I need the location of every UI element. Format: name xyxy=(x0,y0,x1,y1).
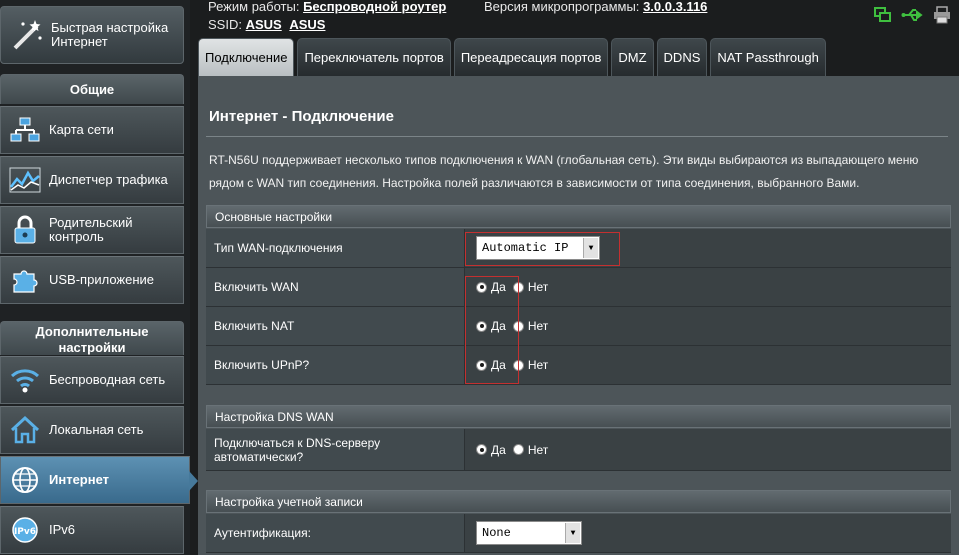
tab-connection[interactable]: Подключение xyxy=(198,38,295,76)
firmware-version: Версия микропрограммы: 3.0.0.3.116 xyxy=(484,0,707,14)
enable-wan-row: Включить WAN Да Нет xyxy=(206,268,951,307)
ssid-5g-link[interactable]: ASUS xyxy=(289,17,325,32)
ssid-2g-link[interactable]: ASUS xyxy=(246,17,282,32)
sidebar-item-label: Карта сети xyxy=(49,122,114,137)
tab-port-forwarding[interactable]: Переадресация портов xyxy=(453,38,609,76)
tab-dmz[interactable]: DMZ xyxy=(611,38,654,76)
globe-icon xyxy=(1,457,49,503)
printer-status-icon[interactable] xyxy=(933,6,951,27)
sidebar-item-label: Диспетчер трафика xyxy=(49,172,168,187)
yes-options-highlight xyxy=(465,276,519,384)
radio-label: Нет xyxy=(527,280,549,294)
wan-type-label: Тип WAN-подключения xyxy=(206,229,465,267)
status-bar: Режим работы: Беспроводной роутер Версия… xyxy=(198,0,959,36)
sidebar-item-label: Родительский контроль xyxy=(49,215,133,244)
sidebar: Быстрая настройка Интернет Общие Карта с… xyxy=(0,0,198,555)
authentication-select[interactable]: None ▼ xyxy=(476,521,582,545)
authentication-label: Аутентификация: xyxy=(206,514,465,552)
ssid-label: SSID: xyxy=(208,17,242,32)
page-title: Интернет - Подключение xyxy=(209,108,394,125)
sidebar-item-label: Беспроводная сеть xyxy=(49,372,166,387)
quick-internet-setup-button[interactable]: Быстрая настройка Интернет xyxy=(0,6,184,64)
sidebar-item-label: IPv6 xyxy=(49,522,76,537)
auto-dns-yes-radio[interactable]: Да xyxy=(476,443,506,457)
usb-status-icon[interactable] xyxy=(901,6,925,27)
mode-value-link[interactable]: Беспроводной роутер xyxy=(303,0,446,14)
general-section-header: Общие xyxy=(0,74,184,104)
title-divider xyxy=(206,136,948,137)
operation-mode: Режим работы: Беспроводной роутер xyxy=(208,0,446,14)
network-map-icon xyxy=(1,107,49,153)
auto-dns-row: Подключаться к DNS-серверу автоматически… xyxy=(206,429,951,471)
svg-text:IPv6: IPv6 xyxy=(14,527,36,537)
radio-label: Нет xyxy=(527,442,549,457)
sidebar-item-usb-app[interactable]: USB-приложение xyxy=(0,256,184,304)
sidebar-item-ipv6[interactable]: IPv6 IPv6 xyxy=(0,506,184,554)
enable-upnp-label: Включить UPnP? xyxy=(206,346,465,384)
sidebar-item-wireless[interactable]: Беспроводная сеть xyxy=(0,356,184,404)
radio-unselected xyxy=(512,444,524,455)
network-status-icon[interactable] xyxy=(873,6,893,27)
authentication-value: None xyxy=(482,526,511,540)
advanced-section-header: Дополнительные настройки xyxy=(0,321,184,355)
mode-label: Режим работы: xyxy=(208,0,300,14)
sidebar-item-label: Локальная сеть xyxy=(49,422,144,437)
auto-dns-label: Подключаться к DNS-серверу автоматически… xyxy=(206,429,465,470)
firmware-value-link[interactable]: 3.0.0.3.116 xyxy=(643,0,707,14)
radio-label: Нет xyxy=(527,358,549,372)
basic-settings-header: Основные настройки xyxy=(206,205,951,228)
auto-dns-no-radio[interactable]: Нет xyxy=(512,442,549,457)
sidebar-item-lan[interactable]: Локальная сеть xyxy=(0,406,184,454)
sidebar-item-internet[interactable]: Интернет xyxy=(0,456,198,504)
dns-settings-header: Настройка DNS WAN xyxy=(206,405,951,428)
enable-upnp-row: Включить UPnP? Да Нет xyxy=(206,346,951,385)
tab-port-switch[interactable]: Переключатель портов xyxy=(297,38,451,76)
home-lan-icon xyxy=(1,407,49,453)
parental-lock-icon xyxy=(1,207,49,253)
sidebar-item-label: USB-приложение xyxy=(49,272,155,287)
wan-type-highlight xyxy=(465,232,620,266)
account-settings-header: Настройка учетной записи xyxy=(206,490,951,513)
sidebar-item-parental-control[interactable]: Родительский контроль xyxy=(0,206,184,254)
firmware-label: Версия микропрограммы: xyxy=(484,0,640,14)
main-panel: Интернет - Подключение RT-N56U поддержив… xyxy=(198,76,959,555)
chevron-down-icon[interactable]: ▼ xyxy=(565,523,580,543)
sidebar-item-network-map[interactable]: Карта сети xyxy=(0,106,184,154)
enable-nat-row: Включить NAT Да Нет xyxy=(206,307,951,346)
magic-wand-icon xyxy=(1,7,51,63)
tab-bar: Подключение Переключатель портов Переадр… xyxy=(198,38,826,76)
enable-wan-label: Включить WAN xyxy=(206,268,465,306)
radio-selected xyxy=(476,444,487,455)
tab-nat-passthrough[interactable]: NAT Passthrough xyxy=(710,38,826,76)
sidebar-item-label: Интернет xyxy=(49,472,110,487)
radio-label: Да xyxy=(491,442,506,457)
enable-nat-label: Включить NAT xyxy=(206,307,465,345)
radio-label: Нет xyxy=(527,319,549,333)
authentication-row: Аутентификация: None ▼ xyxy=(206,514,951,553)
quick-setup-label: Быстрая настройка Интернет xyxy=(51,20,169,49)
ssid: SSID: ASUS ASUS xyxy=(208,17,325,32)
sidebar-item-traffic-manager[interactable]: Диспетчер трафика xyxy=(0,156,184,204)
ipv6-icon: IPv6 xyxy=(1,507,49,553)
wireless-icon xyxy=(1,357,49,403)
tab-ddns[interactable]: DDNS xyxy=(656,38,708,76)
page-description: RT-N56U поддерживает несколько типов под… xyxy=(209,153,919,190)
traffic-manager-icon xyxy=(1,157,49,203)
usb-app-puzzle-icon xyxy=(1,257,49,303)
